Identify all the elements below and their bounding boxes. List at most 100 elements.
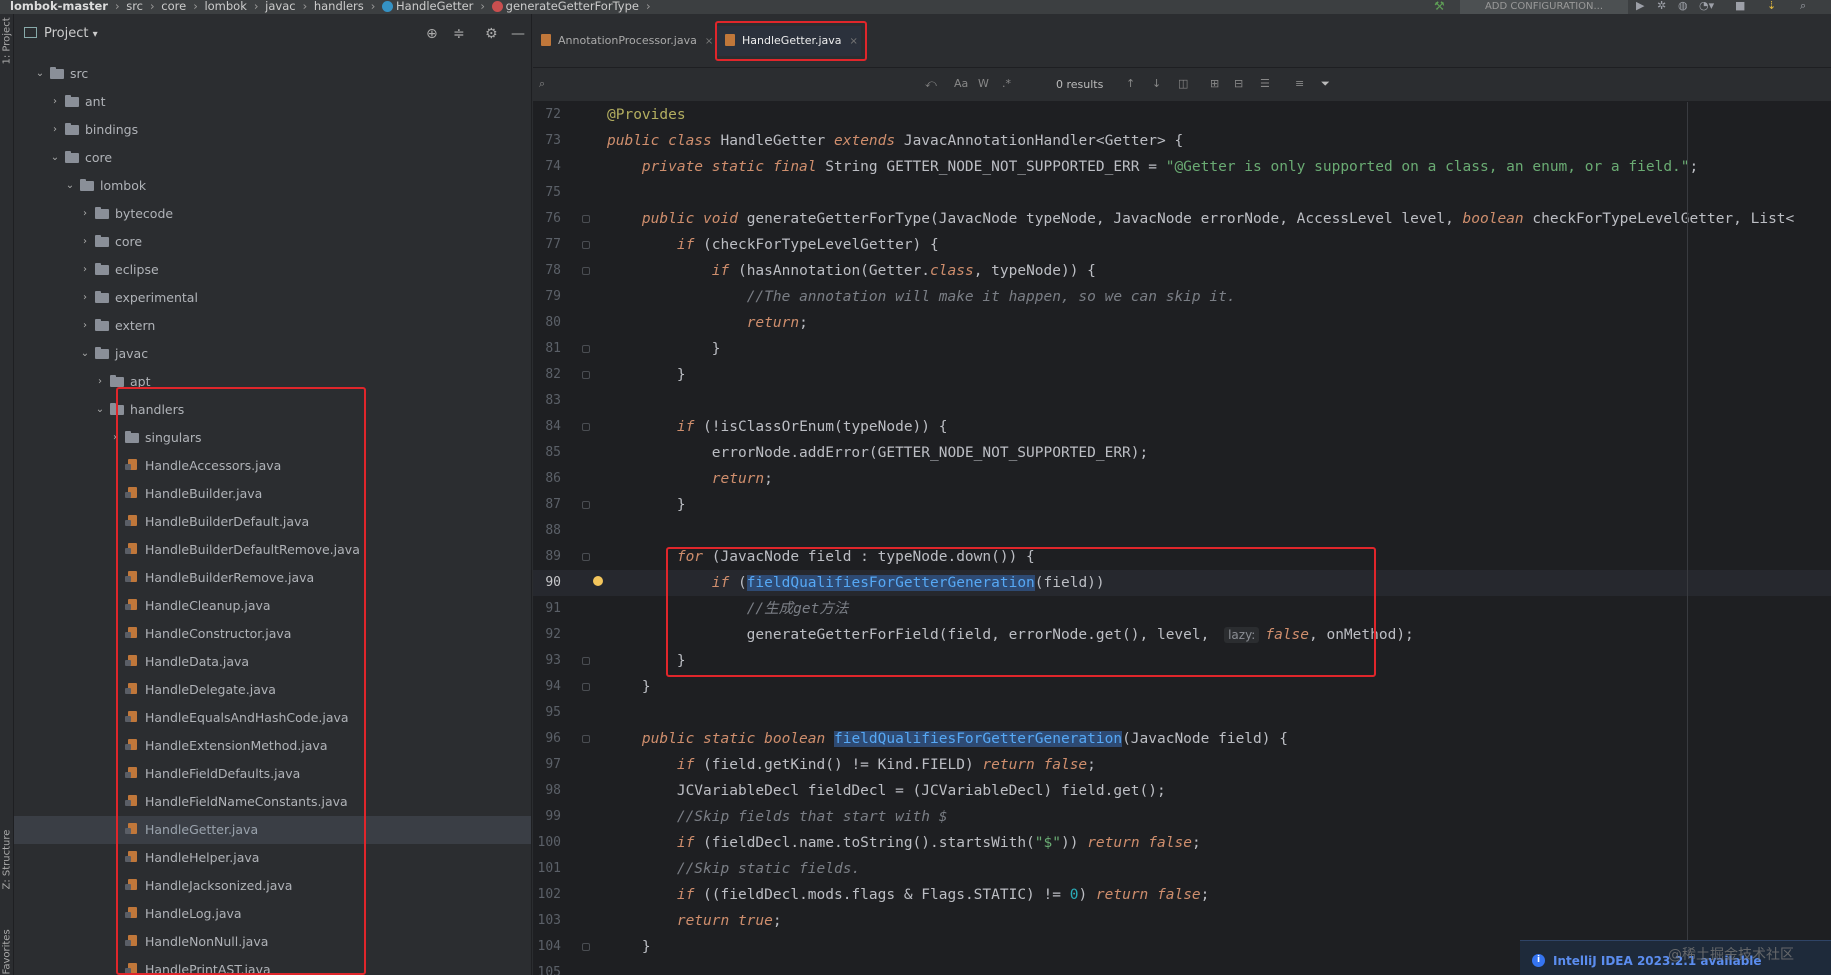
code-line[interactable]: //The annotation will make it happen, so… xyxy=(607,284,1236,310)
breadcrumb-item[interactable]: lombok xyxy=(204,0,246,13)
tree-file[interactable]: HandleEqualsAndHashCode.java xyxy=(14,704,531,732)
code-line[interactable]: if ((fieldDecl.mods.flags & Flags.STATIC… xyxy=(607,882,1210,908)
match-case-toggle[interactable]: Aa xyxy=(954,77,968,90)
code-line[interactable]: if (field.getKind() != Kind.FIELD) retur… xyxy=(607,752,1096,778)
fold-marker-icon[interactable] xyxy=(582,683,590,691)
tree-file[interactable]: HandleBuilderDefaultRemove.java xyxy=(14,536,531,564)
fold-marker-icon[interactable] xyxy=(582,267,590,275)
code-line[interactable]: //Skip fields that start with $ xyxy=(607,804,948,830)
code-line[interactable]: errorNode.addError(GETTER_NODE_NOT_SUPPO… xyxy=(607,440,1149,466)
chevron-right-icon[interactable]: › xyxy=(49,116,61,144)
structure-tool-tab[interactable]: Z: Structure xyxy=(2,830,13,890)
debug-icon[interactable]: ✲ xyxy=(1657,0,1666,12)
breadcrumb-method[interactable]: generateGetterForType xyxy=(506,0,639,13)
tree-file[interactable]: HandleData.java xyxy=(14,648,531,676)
tree-folder[interactable]: › extern xyxy=(14,312,531,340)
tree-folder[interactable]: › singulars xyxy=(14,424,531,452)
chevron-down-icon[interactable]: ⌄ xyxy=(49,144,61,172)
breadcrumb-item[interactable]: core xyxy=(161,0,186,13)
fold-marker-icon[interactable] xyxy=(582,657,590,665)
code-line[interactable]: @Provides xyxy=(607,102,686,128)
filter-icon[interactable]: ⏷ xyxy=(1321,77,1330,91)
tree-file[interactable]: HandleAccessors.java xyxy=(14,452,531,480)
tree-folder[interactable]: › core xyxy=(14,228,531,256)
vcs-update-icon[interactable]: ⇣ xyxy=(1767,0,1776,12)
code-line[interactable]: generateGetterForField(field, errorNode.… xyxy=(607,622,1414,648)
fold-marker-icon[interactable] xyxy=(582,501,590,509)
fold-marker-icon[interactable] xyxy=(582,423,590,431)
tree-file[interactable]: HandleNonNull.java xyxy=(14,928,531,956)
tree-folder[interactable]: › eclipse xyxy=(14,256,531,284)
breadcrumb-project[interactable]: lombok-master xyxy=(10,0,108,13)
tree-file[interactable]: HandleExtensionMethod.java xyxy=(14,732,531,760)
code-line[interactable]: if (fieldQualifiesForGetterGeneration(fi… xyxy=(607,570,1105,596)
chevron-right-icon[interactable]: › xyxy=(79,312,91,340)
code-line[interactable]: } xyxy=(607,336,721,362)
code-line[interactable]: for (JavacNode field : typeNode.down()) … xyxy=(607,544,1035,570)
fold-marker-icon[interactable] xyxy=(582,371,590,379)
select-occurrences-icon[interactable]: ☰ xyxy=(1260,77,1270,90)
fold-marker-icon[interactable] xyxy=(582,735,590,743)
code-line[interactable]: if (checkForTypeLevelGetter) { xyxy=(607,232,939,258)
fold-marker-icon[interactable] xyxy=(582,215,590,223)
arrow-up-icon[interactable]: ↑ xyxy=(1126,77,1135,90)
code-line[interactable]: return; xyxy=(607,310,808,336)
coverage-icon[interactable]: ◍ xyxy=(1678,0,1688,12)
chevron-down-icon[interactable]: ⌄ xyxy=(94,396,106,424)
tree-folder[interactable]: › experimental xyxy=(14,284,531,312)
tree-file[interactable]: HandleFieldDefaults.java xyxy=(14,760,531,788)
tree-file[interactable]: HandleBuilder.java xyxy=(14,480,531,508)
code-line[interactable]: } xyxy=(607,492,686,518)
project-tool-tab[interactable]: 1: Project xyxy=(2,17,13,64)
breadcrumb-item[interactable]: handlers xyxy=(314,0,364,13)
breadcrumb-class[interactable]: HandleGetter xyxy=(396,0,473,13)
chevron-down-icon[interactable]: ⌄ xyxy=(34,60,46,88)
chevron-down-icon[interactable]: ⌄ xyxy=(79,340,91,368)
arrow-down-icon[interactable]: ↓ xyxy=(1152,77,1161,90)
chevron-right-icon[interactable]: › xyxy=(94,368,106,396)
run-icon[interactable]: ▶ xyxy=(1636,0,1644,12)
tree-file[interactable]: HandleBuilderDefault.java xyxy=(14,508,531,536)
multiline-icon[interactable]: ≡ xyxy=(1295,77,1304,90)
code-line[interactable]: } xyxy=(607,362,686,388)
tree-file[interactable]: HandleBuilderRemove.java xyxy=(14,564,531,592)
tree-file[interactable]: HandleDelegate.java xyxy=(14,676,531,704)
tree-folder[interactable]: › ant xyxy=(14,88,531,116)
chevron-down-icon[interactable]: ⌄ xyxy=(64,172,76,200)
code-line[interactable]: //生成get方法 xyxy=(607,596,849,622)
add-occurrence-icon[interactable]: ⊞ xyxy=(1210,77,1219,90)
profile-icon[interactable]: ◔▾ xyxy=(1699,0,1714,12)
favorites-tool-tab[interactable]: Favorites xyxy=(2,925,13,974)
chevron-right-icon[interactable]: › xyxy=(79,200,91,228)
add-configuration-button[interactable]: ADD CONFIGURATION... xyxy=(1460,0,1628,14)
chevron-right-icon[interactable]: › xyxy=(79,228,91,256)
tree-folder[interactable]: ⌄ javac xyxy=(14,340,531,368)
search-everywhere-icon[interactable]: ⌕ xyxy=(1800,0,1806,12)
tree-file[interactable]: HandleFieldNameConstants.java xyxy=(14,788,531,816)
chevron-right-icon[interactable]: › xyxy=(79,284,91,312)
close-icon[interactable]: × xyxy=(705,36,713,47)
tree-folder[interactable]: › apt xyxy=(14,368,531,396)
code-line[interactable]: return true; xyxy=(607,908,782,934)
fold-marker-icon[interactable] xyxy=(582,241,590,249)
code-line[interactable]: } xyxy=(607,934,651,960)
fold-marker-icon[interactable] xyxy=(582,345,590,353)
code-line[interactable]: //Skip static fields. xyxy=(607,856,860,882)
clear-search-icon[interactable]: ⤺ xyxy=(925,77,937,91)
code-line[interactable]: return; xyxy=(607,466,773,492)
tab-annotationprocessor[interactable]: AnnotationProcessor.java × xyxy=(541,26,713,56)
tab-handlegetter[interactable]: HandleGetter.java × xyxy=(717,26,861,56)
tree-folder[interactable]: › bytecode xyxy=(14,200,531,228)
tree-folder[interactable]: ⌄ handlers xyxy=(14,396,531,424)
minimize-icon[interactable]: — xyxy=(511,26,525,42)
breadcrumb-item[interactable]: javac xyxy=(265,0,295,13)
code-line[interactable]: if (hasAnnotation(Getter.class, typeNode… xyxy=(607,258,1096,284)
code-line[interactable]: } xyxy=(607,648,686,674)
tree-folder[interactable]: ⌄ lombok xyxy=(14,172,531,200)
remove-occurrence-icon[interactable]: ⊟ xyxy=(1234,77,1243,90)
tree-file[interactable]: HandleCleanup.java xyxy=(14,592,531,620)
collapse-all-icon[interactable]: ≑ xyxy=(453,26,465,42)
locate-icon[interactable]: ⊕ xyxy=(426,26,438,42)
code-line[interactable]: if (fieldDecl.name.toString().startsWith… xyxy=(607,830,1201,856)
tree-file[interactable]: HandleConstructor.java xyxy=(14,620,531,648)
